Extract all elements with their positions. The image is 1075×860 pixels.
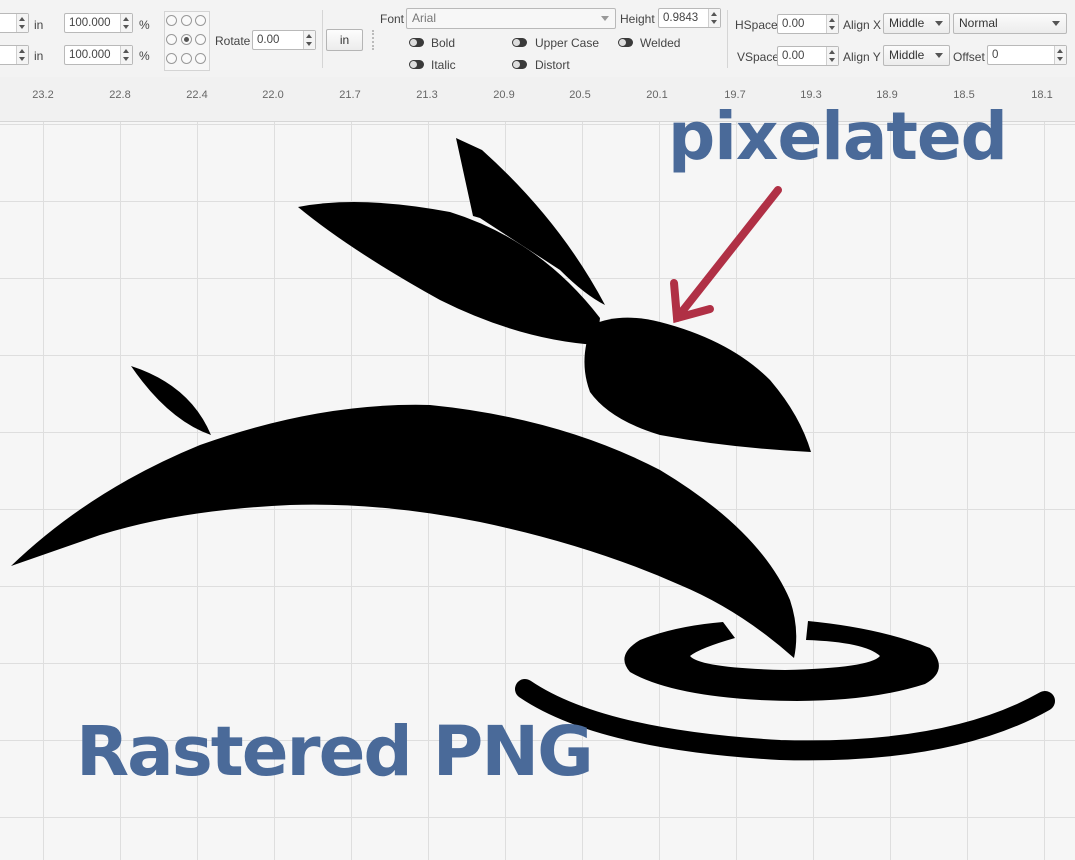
rabbit-front-ear [298, 202, 600, 345]
pixelated-annotation: pixelated [668, 98, 1008, 175]
rabbit-head [584, 317, 811, 452]
rabbit-tail [131, 366, 211, 435]
rabbit-body [11, 404, 797, 658]
pointer-arrow [670, 186, 782, 324]
rastered-png-annotation: Rastered PNG [76, 712, 594, 792]
